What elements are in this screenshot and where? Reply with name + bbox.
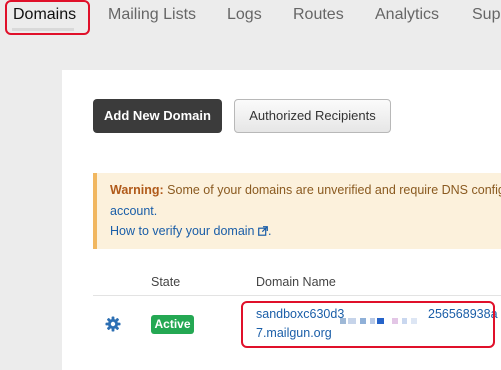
authorized-recipients-button[interactable]: Authorized Recipients [234, 99, 391, 133]
gear-icon[interactable] [105, 316, 121, 332]
domain-link-line1-suffix[interactable]: 256568938a [428, 307, 498, 321]
table-divider [93, 295, 501, 296]
external-link-icon [258, 226, 268, 236]
column-header-state[interactable]: State [151, 275, 180, 289]
tab-routes[interactable]: Routes [293, 5, 344, 25]
active-tab-indicator [12, 28, 74, 31]
column-header-domain-name[interactable]: Domain Name [256, 275, 336, 289]
domain-name-suffix[interactable]: 256568938a [428, 307, 498, 321]
alert-message-line: Warning: Some of your domains are unveri… [110, 181, 501, 199]
tab-domains[interactable]: Domains [13, 5, 76, 25]
top-navigation: Domains Mailing Lists Logs Routes Analyt… [0, 0, 501, 32]
verify-link-line: How to verify your domain . [110, 222, 271, 240]
alert-message-cont: account. [110, 202, 157, 220]
warning-alert: Warning: Some of your domains are unveri… [93, 173, 501, 249]
add-new-domain-button[interactable]: Add New Domain [93, 99, 222, 133]
tab-analytics[interactable]: Analytics [375, 5, 439, 25]
tab-suppressions[interactable]: Supp [472, 5, 501, 25]
verify-link-suffix: . [268, 224, 272, 238]
domain-link-line1[interactable]: sandboxc630d3 [256, 307, 344, 321]
domain-link-line2[interactable]: 7.mailgun.org [256, 326, 332, 340]
domain-name-line2[interactable]: 7.mailgun.org [256, 326, 332, 340]
redacted-region [340, 312, 420, 324]
tab-mailing-lists[interactable]: Mailing Lists [108, 5, 196, 25]
domain-name-prefix[interactable]: sandboxc630d3 [256, 307, 344, 321]
account-link[interactable]: account. [110, 204, 157, 218]
warning-label: Warning: [110, 183, 164, 197]
tab-logs[interactable]: Logs [227, 5, 262, 25]
status-badge: Active [151, 315, 194, 334]
alert-message: Some of your domains are unverified and … [163, 183, 501, 197]
verify-domain-link[interactable]: How to verify your domain [110, 224, 255, 238]
